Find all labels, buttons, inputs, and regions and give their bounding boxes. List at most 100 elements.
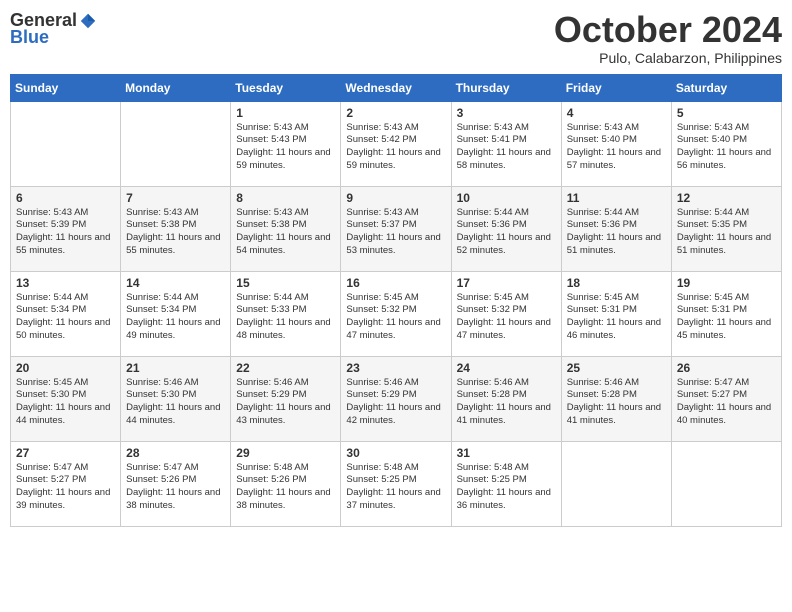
day-info: Sunrise: 5:44 AMSunset: 5:33 PMDaylight:… — [236, 292, 335, 343]
weekday-header-sunday: Sunday — [11, 74, 121, 101]
calendar-day-cell: 4Sunrise: 5:43 AMSunset: 5:40 PMDaylight… — [561, 101, 671, 186]
logo: General Blue — [10, 10, 97, 48]
day-info: Sunrise: 5:46 AMSunset: 5:29 PMDaylight:… — [236, 377, 335, 428]
calendar-week-row: 6 Sunrise: 5:43 AMSunset: 5:39 PMDaylight… — [11, 186, 782, 271]
calendar-day-cell: 13Sunrise: 5:44 AMSunset: 5:34 PMDayligh… — [11, 271, 121, 356]
day-info: Sunrise: 5:48 AMSunset: 5:25 PMDaylight:… — [457, 462, 556, 513]
day-number: 26 — [677, 361, 776, 375]
day-number: 15 — [236, 276, 335, 290]
day-info: Sunrise: 5:43 AMSunset: 5:42 PMDaylight:… — [346, 122, 445, 173]
calendar-week-row: 13Sunrise: 5:44 AMSunset: 5:34 PMDayligh… — [11, 271, 782, 356]
day-number: 20 — [16, 361, 115, 375]
weekday-header-thursday: Thursday — [451, 74, 561, 101]
day-info: Sunrise: 5:46 AMSunset: 5:28 PMDaylight:… — [457, 377, 556, 428]
day-info: Sunrise: 5:46 AMSunset: 5:28 PMDaylight:… — [567, 377, 666, 428]
calendar-day-cell: 17Sunrise: 5:45 AMSunset: 5:32 PMDayligh… — [451, 271, 561, 356]
day-number: 31 — [457, 446, 556, 460]
day-number: 7 — [126, 191, 225, 205]
day-info: Sunrise: 5:44 AMSunset: 5:35 PMDaylight:… — [677, 207, 776, 258]
day-number: 30 — [346, 446, 445, 460]
day-number: 3 — [457, 106, 556, 120]
day-info: Sunrise: 5:43 AMSunset: 5:40 PMDaylight:… — [567, 122, 666, 173]
day-info: Sunrise: 5:43 AMSunset: 5:43 PMDaylight:… — [236, 122, 335, 173]
calendar-day-cell: 5 Sunrise: 5:43 AMSunset: 5:40 PMDaylight… — [671, 101, 781, 186]
calendar-day-cell: 19Sunrise: 5:45 AMSunset: 5:31 PMDayligh… — [671, 271, 781, 356]
calendar-week-row: 27Sunrise: 5:47 AMSunset: 5:27 PMDayligh… — [11, 441, 782, 526]
calendar-day-cell: 21 Sunrise: 5:46 AMSunset: 5:30 PMDayligh… — [121, 356, 231, 441]
calendar-day-cell: 25 Sunrise: 5:46 AMSunset: 5:28 PMDayligh… — [561, 356, 671, 441]
calendar-day-cell: 20Sunrise: 5:45 AMSunset: 5:30 PMDayligh… — [11, 356, 121, 441]
calendar-day-cell: 11 Sunrise: 5:44 AMSunset: 5:36 PMDayligh… — [561, 186, 671, 271]
day-number: 6 — [16, 191, 115, 205]
day-info: Sunrise: 5:48 AMSunset: 5:26 PMDaylight:… — [236, 462, 335, 513]
calendar-empty-cell — [671, 441, 781, 526]
day-info: Sunrise: 5:44 AMSunset: 5:36 PMDaylight:… — [567, 207, 666, 258]
calendar-empty-cell — [11, 101, 121, 186]
calendar-day-cell: 27Sunrise: 5:47 AMSunset: 5:27 PMDayligh… — [11, 441, 121, 526]
day-info: Sunrise: 5:43 AMSunset: 5:39 PMDaylight:… — [16, 207, 115, 258]
day-number: 18 — [567, 276, 666, 290]
day-info: Sunrise: 5:44 AMSunset: 5:34 PMDaylight:… — [16, 292, 115, 343]
calendar-day-cell: 1Sunrise: 5:43 AMSunset: 5:43 PMDaylight… — [231, 101, 341, 186]
weekday-header-saturday: Saturday — [671, 74, 781, 101]
title-block: October 2024 Pulo, Calabarzon, Philippin… — [554, 10, 782, 66]
day-number: 2 — [346, 106, 445, 120]
day-info: Sunrise: 5:43 AMSunset: 5:38 PMDaylight:… — [236, 207, 335, 258]
calendar-day-cell: 15 Sunrise: 5:44 AMSunset: 5:33 PMDayligh… — [231, 271, 341, 356]
calendar-day-cell: 8 Sunrise: 5:43 AMSunset: 5:38 PMDaylight… — [231, 186, 341, 271]
logo-blue-text: Blue — [10, 27, 49, 48]
calendar-day-cell: 10Sunrise: 5:44 AMSunset: 5:36 PMDayligh… — [451, 186, 561, 271]
calendar-day-cell: 23 Sunrise: 5:46 AMSunset: 5:29 PMDayligh… — [341, 356, 451, 441]
day-number: 14 — [126, 276, 225, 290]
day-number: 16 — [346, 276, 445, 290]
day-number: 25 — [567, 361, 666, 375]
day-info: Sunrise: 5:47 AMSunset: 5:27 PMDaylight:… — [677, 377, 776, 428]
day-number: 11 — [567, 191, 666, 205]
weekday-header-wednesday: Wednesday — [341, 74, 451, 101]
day-info: Sunrise: 5:44 AMSunset: 5:34 PMDaylight:… — [126, 292, 225, 343]
calendar-day-cell: 16Sunrise: 5:45 AMSunset: 5:32 PMDayligh… — [341, 271, 451, 356]
calendar-day-cell: 24 Sunrise: 5:46 AMSunset: 5:28 PMDayligh… — [451, 356, 561, 441]
day-info: Sunrise: 5:48 AMSunset: 5:25 PMDaylight:… — [346, 462, 445, 513]
day-info: Sunrise: 5:46 AMSunset: 5:30 PMDaylight:… — [126, 377, 225, 428]
day-number: 5 — [677, 106, 776, 120]
logo-icon — [79, 12, 97, 30]
calendar-day-cell: 12Sunrise: 5:44 AMSunset: 5:35 PMDayligh… — [671, 186, 781, 271]
day-number: 27 — [16, 446, 115, 460]
weekday-header-tuesday: Tuesday — [231, 74, 341, 101]
day-number: 21 — [126, 361, 225, 375]
day-info: Sunrise: 5:43 AMSunset: 5:40 PMDaylight:… — [677, 122, 776, 173]
day-info: Sunrise: 5:43 AMSunset: 5:41 PMDaylight:… — [457, 122, 556, 173]
calendar-day-cell: 2 Sunrise: 5:43 AMSunset: 5:42 PMDaylight… — [341, 101, 451, 186]
weekday-header-monday: Monday — [121, 74, 231, 101]
day-info: Sunrise: 5:45 AMSunset: 5:31 PMDaylight:… — [677, 292, 776, 343]
page-header: General Blue October 2024 Pulo, Calabarz… — [10, 10, 782, 66]
day-info: Sunrise: 5:43 AMSunset: 5:37 PMDaylight:… — [346, 207, 445, 258]
day-number: 29 — [236, 446, 335, 460]
calendar-week-row: 1Sunrise: 5:43 AMSunset: 5:43 PMDaylight… — [11, 101, 782, 186]
day-info: Sunrise: 5:47 AMSunset: 5:26 PMDaylight:… — [126, 462, 225, 513]
day-info: Sunrise: 5:43 AMSunset: 5:38 PMDaylight:… — [126, 207, 225, 258]
day-number: 17 — [457, 276, 556, 290]
day-number: 23 — [346, 361, 445, 375]
day-number: 22 — [236, 361, 335, 375]
calendar-empty-cell — [561, 441, 671, 526]
day-info: Sunrise: 5:46 AMSunset: 5:29 PMDaylight:… — [346, 377, 445, 428]
calendar-day-cell: 18 Sunrise: 5:45 AMSunset: 5:31 PMDayligh… — [561, 271, 671, 356]
calendar-day-cell: 22 Sunrise: 5:46 AMSunset: 5:29 PMDayligh… — [231, 356, 341, 441]
day-number: 28 — [126, 446, 225, 460]
calendar-empty-cell — [121, 101, 231, 186]
calendar-day-cell: 7 Sunrise: 5:43 AMSunset: 5:38 PMDaylight… — [121, 186, 231, 271]
day-number: 8 — [236, 191, 335, 205]
day-number: 10 — [457, 191, 556, 205]
calendar-week-row: 20Sunrise: 5:45 AMSunset: 5:30 PMDayligh… — [11, 356, 782, 441]
day-info: Sunrise: 5:45 AMSunset: 5:31 PMDaylight:… — [567, 292, 666, 343]
calendar-table: SundayMondayTuesdayWednesdayThursdayFrid… — [10, 74, 782, 527]
calendar-day-cell: 3 Sunrise: 5:43 AMSunset: 5:41 PMDaylight… — [451, 101, 561, 186]
day-number: 24 — [457, 361, 556, 375]
calendar-day-cell: 9 Sunrise: 5:43 AMSunset: 5:37 PMDaylight… — [341, 186, 451, 271]
day-number: 9 — [346, 191, 445, 205]
calendar-day-cell: 29 Sunrise: 5:48 AMSunset: 5:26 PMDayligh… — [231, 441, 341, 526]
calendar-day-cell: 26 Sunrise: 5:47 AMSunset: 5:27 PMDayligh… — [671, 356, 781, 441]
calendar-day-cell: 6 Sunrise: 5:43 AMSunset: 5:39 PMDaylight… — [11, 186, 121, 271]
